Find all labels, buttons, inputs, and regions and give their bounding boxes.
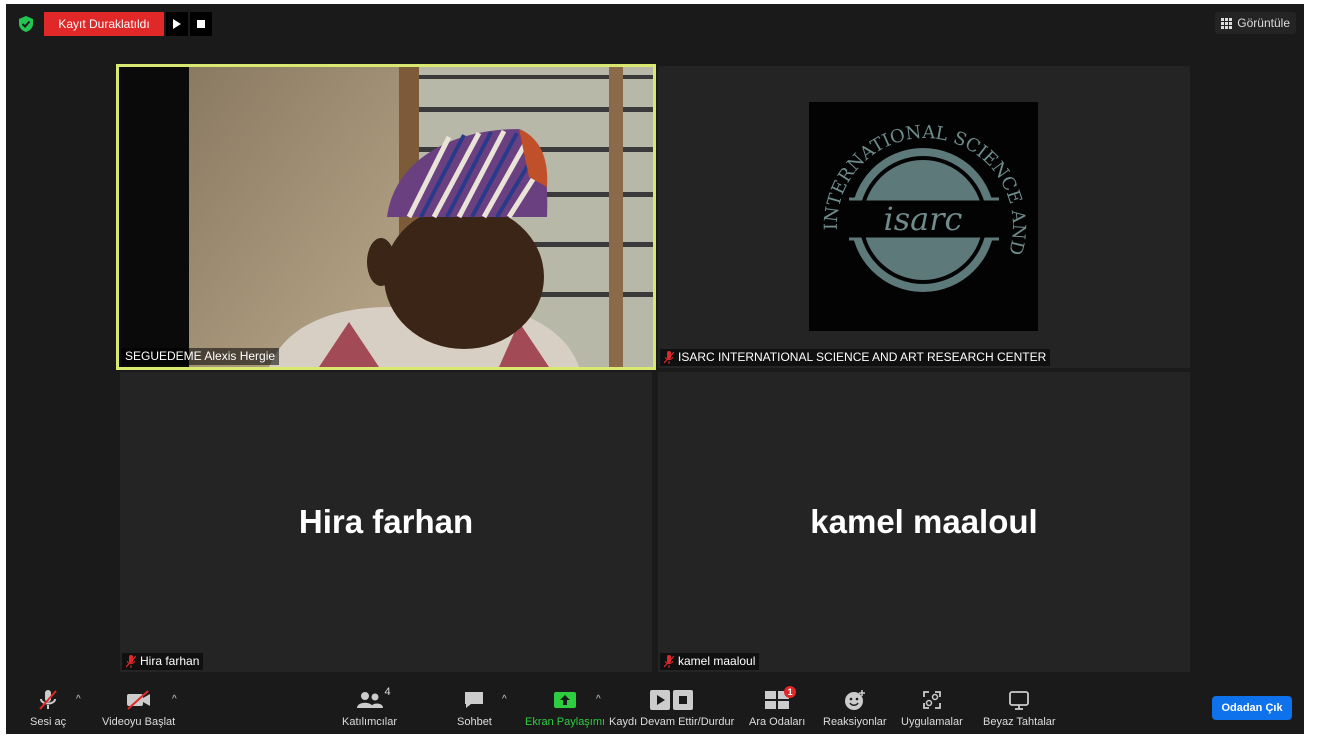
participant-display-name: Hira farhan (298, 503, 474, 540)
meeting-window: Kayıt Duraklatıldı Görüntüle SEGUEDEME A… (6, 4, 1304, 734)
video-off-icon (126, 690, 150, 710)
mic-muted-icon (664, 655, 674, 668)
chat-label: Sohbet (457, 716, 492, 728)
whiteboard-icon (1009, 691, 1030, 710)
recording-status-button[interactable]: Kayıt Duraklatıldı (44, 12, 164, 36)
participant-name: SEGUEDEME Alexis Hergie (125, 349, 276, 363)
participants-icon (356, 692, 383, 708)
breakout-rooms-button[interactable]: 1 Ara Odaları (749, 686, 806, 728)
apps-icon (922, 691, 941, 709)
share-screen-icon (554, 692, 577, 708)
whiteboards-label: Beyaz Tahtalar (983, 716, 1056, 728)
reactions-label: Reaksiyonlar (823, 716, 887, 728)
grid-icon (1221, 17, 1233, 29)
apps-label: Uygulamalar (901, 716, 963, 728)
unmute-button[interactable]: Sesi aç (30, 688, 66, 728)
whiteboards-button[interactable]: Beyaz Tahtalar (983, 688, 1056, 728)
resume-icon (650, 690, 671, 710)
mic-muted-icon (39, 690, 57, 710)
logo-center-text: isarc (884, 200, 963, 238)
video-tile-hira-farhan[interactable]: Hira farhan Hira farhan (120, 372, 652, 672)
participants-count: 4 (384, 686, 391, 698)
share-screen-button[interactable]: Ekran Paylaşımı (525, 688, 605, 728)
mic-muted-icon (126, 655, 136, 668)
isarc-logo: INTERNATIONAL SCIENCE AND ART RESEARCH C… (809, 102, 1038, 331)
participant-name-tag: Hira farhan (122, 653, 204, 670)
participant-name-tag: ISARC INTERNATIONAL SCIENCE AND ART RESE… (660, 349, 1051, 366)
chat-options-chevron-icon[interactable]: ^ (502, 694, 507, 705)
video-tile-kamel-maaloul[interactable]: kamel maaloul kamel maaloul (658, 372, 1190, 672)
start-video-label: Videoyu Başlat (102, 716, 176, 728)
reactions-icon (844, 690, 865, 710)
start-video-button[interactable]: Videoyu Başlat (102, 688, 175, 728)
participants-label: Katılımcılar (342, 716, 398, 728)
play-icon (173, 19, 181, 29)
participant-name-tag: SEGUEDEME Alexis Hergie (121, 348, 280, 365)
reactions-button[interactable]: Reaksiyonlar (823, 688, 887, 728)
resume-recording-button[interactable] (166, 12, 188, 36)
participant-name: Hira farhan (140, 654, 200, 668)
participant-name: ISARC INTERNATIONAL SCIENCE AND ART RESE… (678, 350, 1047, 364)
participant-display-name: kamel maaloul (810, 503, 1038, 540)
audio-options-chevron-icon[interactable]: ^ (76, 694, 81, 705)
participant-video (119, 67, 653, 367)
leave-meeting-button[interactable]: Odadan Çık (1212, 696, 1292, 720)
stop-icon (197, 20, 205, 28)
video-tile-seguedeme[interactable]: SEGUEDEME Alexis Hergie (116, 64, 656, 370)
stop-recording-button[interactable] (190, 12, 212, 36)
share-screen-label: Ekran Paylaşımı (525, 716, 606, 728)
apps-button[interactable]: Uygulamalar (901, 688, 963, 728)
recording-control-label: Kaydı Devam Ettir/Durdur (609, 716, 735, 728)
video-tile-isarc[interactable]: INTERNATIONAL SCIENCE AND ART RESEARCH C… (658, 66, 1190, 368)
breakout-rooms-label: Ara Odaları (749, 716, 806, 728)
chat-icon (465, 692, 484, 708)
meeting-toolbar: Sesi aç ^ Videoyu Başlat ^ 4 Katılımcıla… (6, 680, 1304, 734)
recording-control-button[interactable]: Kaydı Devam Ettir/Durdur (609, 688, 734, 728)
mic-muted-icon (664, 351, 674, 364)
view-label: Görüntüle (1237, 16, 1290, 30)
participants-button[interactable]: 4 Katılımcılar (342, 686, 398, 728)
share-options-chevron-icon[interactable]: ^ (596, 694, 601, 705)
participant-name-tag: kamel maaloul (660, 653, 760, 670)
chat-button[interactable]: Sohbet (457, 688, 492, 728)
shield-icon[interactable] (18, 15, 34, 33)
breakout-badge: 1 (784, 686, 797, 698)
video-options-chevron-icon[interactable]: ^ (172, 694, 177, 705)
participant-name: kamel maaloul (678, 654, 756, 668)
view-button[interactable]: Görüntüle (1215, 12, 1296, 34)
unmute-label: Sesi aç (30, 716, 67, 728)
stop-icon (673, 690, 694, 710)
